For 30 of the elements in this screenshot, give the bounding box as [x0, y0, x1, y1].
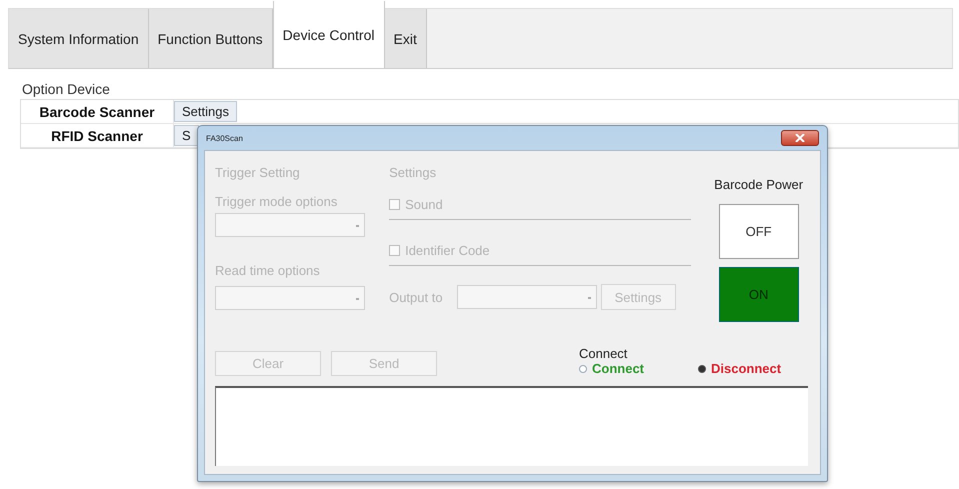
field-label: Output to: [389, 290, 443, 304]
caret-icon: [588, 297, 591, 299]
radio-button[interactable]: Disconnect: [698, 361, 782, 376]
group-heading: Settings: [389, 165, 438, 180]
settings-button[interactable]: S: [174, 125, 199, 146]
window-title: FA30Scan: [206, 134, 243, 142]
field-label: Trigger mode options: [215, 194, 338, 209]
dropdown-field[interactable]: [215, 286, 366, 310]
close-icon: [795, 134, 805, 142]
log-area[interactable]: [215, 386, 808, 466]
radio-button[interactable]: Connect: [579, 361, 644, 376]
caret-icon: [356, 298, 360, 300]
settings-button[interactable]: Settings: [174, 101, 237, 122]
dropdown-field[interactable]: [215, 213, 366, 237]
group-heading: Trigger Setting: [215, 165, 301, 180]
field-label: Read time options: [215, 263, 321, 278]
group-heading: Barcode Power: [714, 177, 804, 192]
tab[interactable]: Device Control: [272, 1, 384, 68]
tab[interactable]: Exit: [384, 9, 427, 68]
close-button[interactable]: [781, 130, 819, 146]
tab[interactable]: System Information: [9, 9, 149, 68]
tab[interactable]: Function Buttons: [148, 9, 273, 68]
power-button[interactable]: ON: [718, 267, 799, 322]
device-name: Barcode Scanner: [38, 104, 156, 120]
device-name: RFID Scanner: [50, 128, 144, 144]
caret-icon: [356, 225, 360, 227]
power-button[interactable]: OFF: [718, 204, 799, 259]
group-heading: Connect: [579, 346, 628, 361]
section-title: Option Device: [22, 81, 111, 97]
dropdown-field[interactable]: [456, 285, 597, 309]
